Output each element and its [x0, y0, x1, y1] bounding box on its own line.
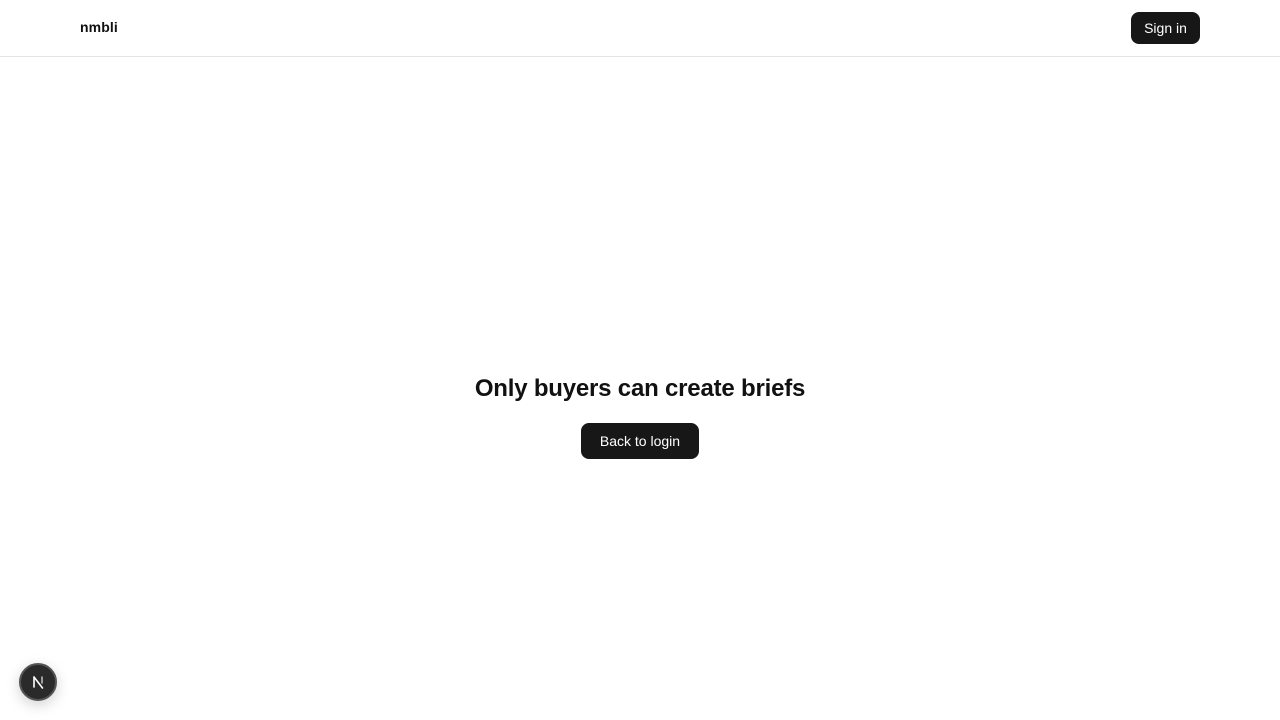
brand-logo-text[interactable]: nmbli — [80, 19, 118, 35]
page-title: Only buyers can create briefs — [474, 375, 806, 402]
nextjs-logo-icon — [29, 673, 47, 691]
nextjs-dev-tools-button[interactable] — [19, 663, 57, 701]
main-content: Only buyers can create briefs Back to lo… — [0, 57, 1280, 720]
back-to-login-button[interactable]: Back to login — [581, 423, 699, 459]
sign-in-button[interactable]: Sign in — [1131, 12, 1200, 44]
top-header: nmbli Sign in — [0, 0, 1280, 57]
